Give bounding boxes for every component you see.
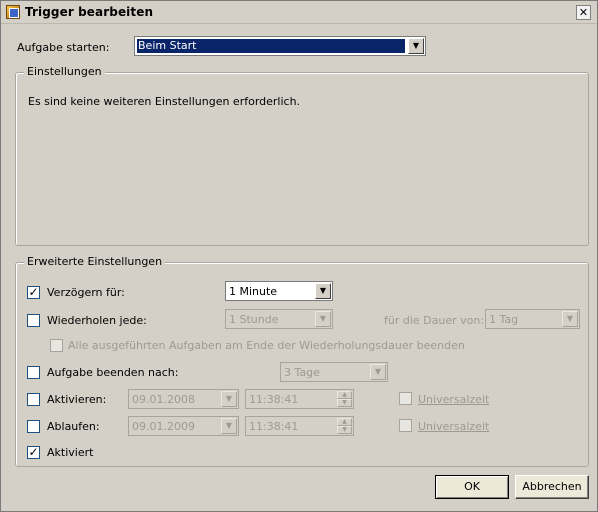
stop-after-label: Aufgabe beenden nach: — [47, 366, 179, 379]
repeat-duration-value: 1 Tag — [489, 313, 519, 326]
spin-up-icon[interactable]: ▲ — [337, 418, 352, 426]
start-task-value: Beim Start — [137, 39, 405, 53]
chevron-down-icon[interactable]: ▼ — [221, 391, 237, 407]
expire-utc-label: Universalzeit — [418, 420, 490, 433]
delay-label: Verzögern für: — [47, 286, 125, 299]
delay-checkbox[interactable]: ✓ — [27, 286, 40, 299]
advanced-group-title: Erweiterte Einstellungen — [24, 255, 166, 268]
close-button[interactable]: ✕ — [576, 5, 591, 20]
time-spinner[interactable]: ▲ ▼ — [337, 391, 352, 407]
activate-date-value: 09.01.2008 — [132, 393, 195, 406]
activate-label: Aktivieren: — [47, 393, 107, 406]
enabled-checkbox[interactable]: ✓ — [27, 446, 40, 459]
chevron-down-icon[interactable]: ▼ — [370, 364, 386, 380]
activate-utc-checkbox[interactable] — [399, 392, 412, 405]
repeat-checkbox[interactable] — [27, 314, 40, 327]
settings-message: Es sind keine weiteren Einstellungen erf… — [28, 95, 301, 108]
chevron-down-icon[interactable]: ▼ — [221, 418, 237, 434]
start-task-label: Aufgabe starten: — [17, 41, 110, 54]
repeat-label: Wiederholen jede: — [47, 314, 147, 327]
delay-value: 1 Minute — [229, 285, 278, 298]
chevron-down-icon[interactable]: ▼ — [408, 38, 424, 54]
repeat-interval-select[interactable]: 1 Stunde ▼ — [225, 309, 333, 329]
window-title: Trigger bearbeiten — [25, 5, 154, 19]
expire-time-value: 11:38:41 — [249, 420, 299, 433]
stop-after-select[interactable]: 3 Tage ▼ — [280, 362, 388, 382]
activate-time-value: 11:38:41 — [249, 393, 299, 406]
spin-up-icon[interactable]: ▲ — [337, 391, 352, 399]
delay-select[interactable]: 1 Minute ▼ — [225, 281, 333, 301]
repeat-interval-value: 1 Stunde — [229, 313, 279, 326]
settings-group: Einstellungen Es sind keine weiteren Ein… — [15, 65, 589, 246]
activate-checkbox[interactable] — [27, 393, 40, 406]
activate-time-field[interactable]: 11:38:41 ▲ ▼ — [245, 389, 354, 409]
ok-button[interactable]: OK — [435, 475, 509, 499]
expire-date-value: 09.01.2009 — [132, 420, 195, 433]
stop-all-label: Alle ausgeführten Aufgaben am Ende der W… — [68, 339, 465, 352]
activate-date-picker[interactable]: 09.01.2008 ▼ — [128, 389, 239, 409]
stop-all-checkbox[interactable] — [50, 339, 63, 352]
scheduler-app-icon — [6, 5, 20, 19]
time-spinner[interactable]: ▲ ▼ — [337, 418, 352, 434]
expire-utc-checkbox[interactable] — [399, 419, 412, 432]
expire-label: Ablaufen: — [47, 420, 100, 433]
activate-utc-label: Universalzeit — [418, 393, 490, 406]
expire-date-picker[interactable]: 09.01.2009 ▼ — [128, 416, 239, 436]
spin-down-icon[interactable]: ▼ — [337, 399, 352, 407]
enabled-label: Aktiviert — [47, 446, 94, 459]
spin-down-icon[interactable]: ▼ — [337, 426, 352, 434]
chevron-down-icon[interactable]: ▼ — [562, 311, 578, 327]
chevron-down-icon[interactable]: ▼ — [315, 311, 331, 327]
start-task-select[interactable]: Beim Start ▼ — [134, 36, 426, 56]
expire-checkbox[interactable] — [27, 420, 40, 433]
title-bar: Trigger bearbeiten ✕ — [1, 1, 597, 24]
repeat-duration-label: für die Dauer von: — [384, 314, 485, 327]
stop-after-value: 3 Tage — [284, 366, 320, 379]
stop-after-checkbox[interactable] — [27, 366, 40, 379]
chevron-down-icon[interactable]: ▼ — [315, 283, 331, 299]
settings-group-title: Einstellungen — [24, 65, 105, 78]
expire-time-field[interactable]: 11:38:41 ▲ ▼ — [245, 416, 354, 436]
cancel-button[interactable]: Abbrechen — [515, 475, 589, 499]
dialog-window: Trigger bearbeiten ✕ Aufgabe starten: Be… — [0, 0, 598, 512]
repeat-duration-select[interactable]: 1 Tag ▼ — [485, 309, 580, 329]
